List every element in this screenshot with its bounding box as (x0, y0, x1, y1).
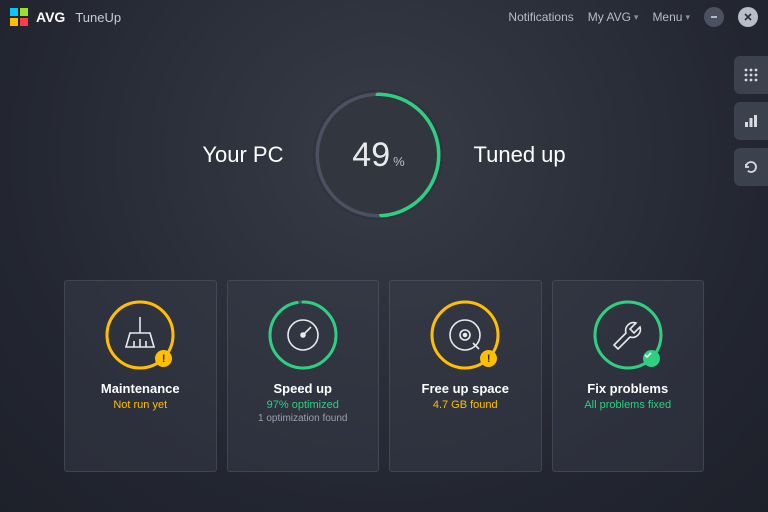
logo: AVG TuneUp (10, 8, 121, 26)
card-title: Fix problems (587, 381, 668, 396)
card-sub1: 97% optimized (267, 399, 339, 411)
card-sub1: 4.7 GB found (433, 399, 498, 411)
close-button[interactable] (738, 7, 758, 27)
tuneup-gauge: 49 % (313, 90, 443, 220)
menu-label: Menu (652, 10, 682, 24)
notifications-link[interactable]: Notifications (508, 10, 573, 24)
card-title: Free up space (422, 381, 509, 396)
app-window: AVG TuneUp Notifications My AVG▾ Menu▾ Y… (0, 0, 768, 512)
header-right: Notifications My AVG▾ Menu▾ (508, 7, 758, 27)
minimize-button[interactable] (704, 7, 724, 27)
status-row: Your PC 49 % Tuned up (0, 90, 768, 220)
cards-row: ! Maintenance Not run yet Speed up 97% optim… (64, 280, 704, 472)
grid-icon (743, 67, 759, 83)
menu-dropdown[interactable]: Menu▾ (652, 10, 690, 24)
titlebar: AVG TuneUp Notifications My AVG▾ Menu▾ (0, 0, 768, 34)
gauge-icon (267, 299, 339, 371)
gauge-center: 49 % (319, 96, 437, 214)
card-title: Speed up (273, 381, 332, 396)
chevron-down-icon: ▾ (634, 12, 639, 23)
status-right-text: Tuned up (473, 142, 565, 168)
chevron-down-icon: ▾ (685, 12, 690, 23)
card-icon-wrap (267, 299, 339, 371)
gauge-unit: % (393, 154, 405, 169)
card-icon-wrap: ! (429, 299, 501, 371)
card-title: Maintenance (101, 381, 180, 396)
card-sub1: Not run yet (113, 399, 167, 411)
card-maintenance[interactable]: ! Maintenance Not run yet (64, 280, 217, 472)
card-icon-wrap: ! (104, 299, 176, 371)
brand-product: TuneUp (75, 10, 121, 25)
card-free-up-space[interactable]: ! Free up space 4.7 GB found (389, 280, 542, 472)
card-speed-up[interactable]: Speed up 97% optimized 1 optimization foun… (227, 280, 380, 472)
card-fix-problems[interactable]: Fix problems All problems fixed (552, 280, 705, 472)
brand-name: AVG (36, 9, 65, 25)
myavg-label: My AVG (588, 10, 631, 24)
card-sub1: All problems fixed (584, 399, 671, 411)
myavg-menu[interactable]: My AVG▾ (588, 10, 639, 24)
card-sub2: 1 optimization found (258, 413, 348, 424)
card-icon-wrap (592, 299, 664, 371)
check-badge-icon (643, 350, 660, 367)
status-left-text: Your PC (202, 142, 283, 168)
logo-icon (10, 8, 28, 26)
gauge-value: 49 (352, 136, 390, 175)
notifications-label: Notifications (508, 10, 573, 24)
apps-button[interactable] (734, 56, 768, 94)
